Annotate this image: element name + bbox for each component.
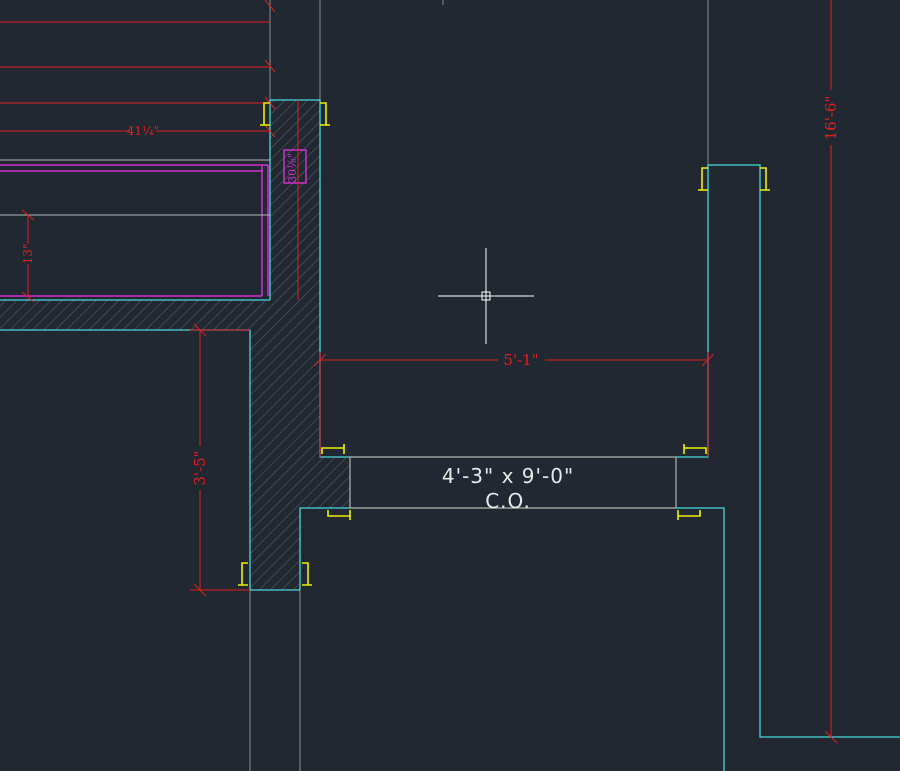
cabinet-fixture[interactable]	[0, 149, 307, 297]
walls	[0, 99, 900, 771]
dimension-16-6-label: 16'-6"	[822, 96, 840, 141]
dimension-13-label: 13"	[21, 244, 35, 265]
dimension-41-quarter-label: 41¼"	[127, 124, 159, 138]
floor-plan-drawing[interactable]: 4'-3" x 9'-0" C.O. 30⅛" 41¼" 13" 5'-1" 3…	[0, 0, 900, 771]
opening-size-label: 4'-3" x 9'-0"	[442, 464, 574, 488]
opening-type-label: C.O.	[485, 489, 531, 513]
cad-crosshair-cursor	[438, 248, 534, 344]
dimension-5-1-label: 5'-1"	[503, 351, 538, 369]
dimension-lines	[0, 0, 838, 744]
cad-drawing-canvas[interactable]: 4'-3" x 9'-0" C.O. 30⅛" 41¼" 13" 5'-1" 3…	[0, 0, 900, 771]
cabinet-outline	[0, 159, 270, 216]
fixture-dimension-label: 30⅛"	[286, 153, 299, 183]
dimension-3-5-label: 3'-5"	[191, 450, 209, 485]
